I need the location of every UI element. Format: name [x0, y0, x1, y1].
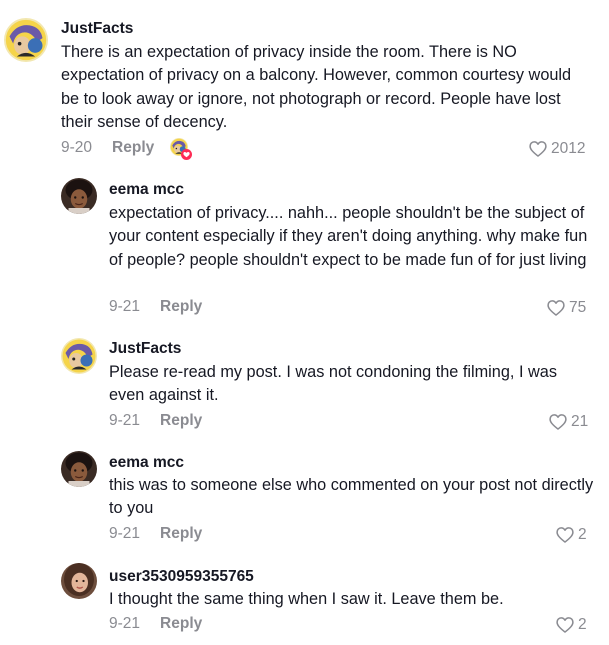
comment-meta: 9-21 Reply — [109, 298, 202, 316]
like-button[interactable]: 21 — [548, 412, 588, 432]
reply-comment: user3530959355765 I thought the same thi… — [0, 557, 609, 645]
heart-icon — [528, 139, 548, 159]
comment-username[interactable]: user3530959355765 — [109, 568, 254, 586]
comment-text: There is an expectation of privacy insid… — [61, 43, 572, 131]
comment-text: Please re-read my post. I was not condon… — [109, 363, 557, 405]
reply-button[interactable]: Reply — [112, 139, 154, 157]
heart-badge-icon — [181, 149, 192, 160]
like-button[interactable]: 2 — [555, 525, 587, 545]
user-avatar[interactable] — [61, 338, 97, 374]
reply-button[interactable]: Reply — [160, 615, 202, 633]
user-avatar-icon — [61, 563, 97, 599]
comment-date: 9-21 — [109, 525, 141, 542]
reply-comment: eema mcc this was to someone else who co… — [0, 445, 609, 557]
comment-date: 9-21 — [109, 615, 141, 632]
comment-meta: 9-21 Reply — [109, 525, 202, 543]
justfacts-avatar-icon — [61, 338, 97, 374]
comment-username[interactable]: JustFacts — [61, 20, 133, 38]
comment-username[interactable]: eema mcc — [109, 181, 184, 199]
eema-avatar-icon — [61, 451, 97, 487]
heart-icon — [548, 412, 568, 432]
like-button[interactable]: 2012 — [528, 139, 585, 159]
user-avatar[interactable] — [61, 563, 97, 599]
user-avatar[interactable] — [61, 178, 97, 214]
reply-button[interactable]: Reply — [160, 412, 202, 430]
comment-text: expectation of privacy.... nahh... peopl… — [109, 204, 588, 269]
like-count: 21 — [571, 413, 589, 430]
comment-date: 9-21 — [109, 298, 141, 315]
comment-text: this was to someone else who commented o… — [109, 476, 594, 518]
comment-text: I thought the same thing when I saw it. … — [109, 590, 504, 608]
reply-comment: eema mcc expectation of privacy.... nahh… — [0, 170, 609, 330]
comment-date: 9-20 — [61, 139, 93, 156]
user-avatar[interactable] — [4, 18, 48, 62]
like-count: 2 — [578, 526, 587, 543]
comment-meta: 9-21 Reply — [109, 412, 202, 430]
eema-avatar-icon — [61, 178, 97, 214]
heart-icon — [555, 615, 575, 635]
comment: JustFacts There is an expectation of pri… — [0, 0, 609, 170]
like-count: 2012 — [551, 140, 586, 157]
reply-comment: JustFacts Please re-read my post. I was … — [0, 330, 609, 445]
reply-button[interactable]: Reply — [160, 298, 202, 316]
like-count: 75 — [569, 299, 587, 316]
like-button[interactable]: 2 — [555, 615, 587, 635]
comment-username[interactable]: eema mcc — [109, 454, 184, 472]
user-avatar[interactable] — [61, 451, 97, 487]
creator-liked-badge — [170, 138, 192, 160]
comment-date: 9-21 — [109, 412, 141, 429]
reply-button[interactable]: Reply — [160, 525, 202, 543]
heart-icon — [546, 298, 566, 318]
comment-username[interactable]: JustFacts — [109, 340, 181, 358]
comment-meta: 9-21 Reply — [109, 615, 202, 633]
heart-icon — [555, 525, 575, 545]
like-button[interactable]: 75 — [546, 298, 586, 318]
justfacts-avatar-icon — [4, 18, 48, 62]
comment-meta: 9-20 Reply — [61, 139, 154, 157]
like-count: 2 — [578, 616, 587, 633]
